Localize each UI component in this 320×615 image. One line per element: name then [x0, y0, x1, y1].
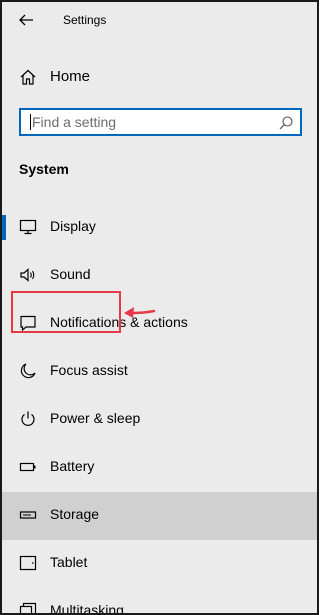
active-indicator — [2, 215, 6, 240]
home-label: Home — [50, 68, 91, 85]
system-nav-list: Display Sound Notifications & actions Fo… — [2, 204, 317, 615]
nav-item-label: Battery — [50, 458, 95, 474]
section-title: System — [19, 161, 69, 177]
sound-icon — [20, 268, 35, 282]
nav-item-display[interactable]: Display — [2, 204, 317, 252]
nav-item-tablet[interactable]: Tablet — [2, 540, 317, 588]
title-bar: Settings — [2, 2, 317, 38]
nav-item-label: Multitasking — [50, 602, 124, 615]
nav-item-label: Focus assist — [50, 362, 128, 378]
nav-item-label: Tablet — [50, 554, 88, 570]
search-input[interactable] — [32, 110, 272, 134]
window-title: Settings — [63, 13, 107, 27]
nav-item-label: Display — [50, 218, 96, 234]
storage-icon — [19, 511, 37, 519]
search-box[interactable] — [19, 108, 302, 136]
multitasking-icon — [19, 602, 37, 613]
battery-icon — [19, 462, 36, 472]
moon-icon — [20, 363, 36, 379]
nav-item-power-sleep[interactable]: Power & sleep — [2, 396, 317, 444]
nav-item-label: Storage — [50, 506, 100, 522]
settings-window: Settings Home System Display — [0, 0, 319, 615]
nav-item-storage[interactable]: Storage — [2, 492, 317, 540]
nav-item-focus-assist[interactable]: Focus assist — [2, 348, 317, 396]
back-arrow-icon — [19, 14, 33, 26]
tablet-icon — [19, 555, 37, 571]
nav-item-label: Sound — [50, 266, 91, 282]
display-icon — [19, 219, 37, 235]
home-icon — [20, 69, 36, 85]
home-link[interactable]: Home — [2, 62, 317, 92]
pointer-arrow-icon — [124, 307, 156, 318]
back-button[interactable] — [14, 8, 38, 32]
storage-highlight-box — [11, 291, 121, 333]
power-icon — [21, 411, 35, 426]
search-icon[interactable] — [278, 115, 294, 131]
nav-item-battery[interactable]: Battery — [2, 444, 317, 492]
nav-item-multitasking[interactable]: Multitasking — [2, 588, 317, 615]
text-cursor — [30, 114, 31, 130]
nav-item-label: Power & sleep — [50, 410, 141, 426]
